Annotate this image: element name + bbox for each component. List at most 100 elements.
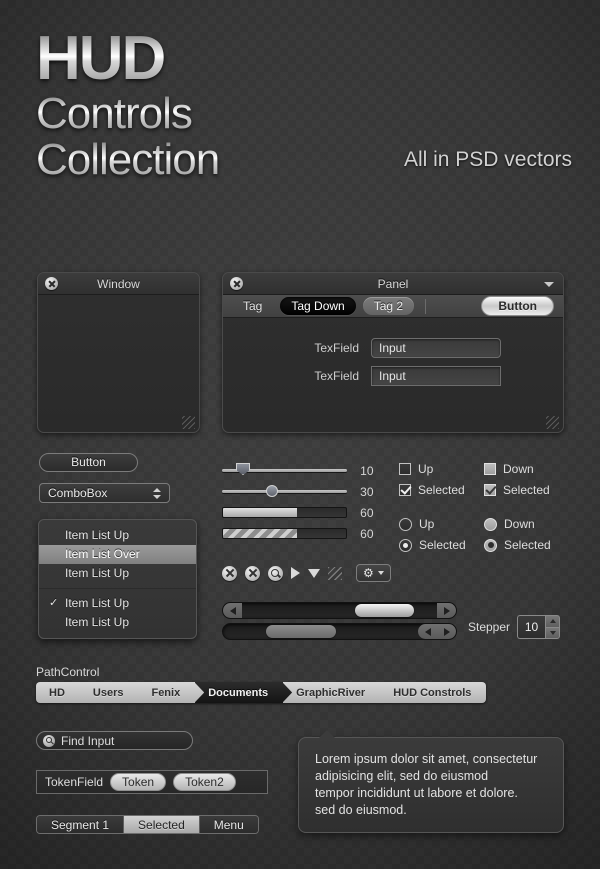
list-item-label: Item List Up [65,596,130,610]
slider-track-2[interactable] [222,485,348,497]
radio-down[interactable]: Down [484,517,569,531]
segment-selected[interactable]: Selected [124,816,200,833]
close-icon[interactable] [230,277,243,290]
close-icon[interactable] [45,277,58,290]
checkbox-icon[interactable] [484,463,496,475]
progress-fill-striped [223,529,297,538]
resize-grip-icon[interactable] [182,416,195,429]
scroll-left-button[interactable] [418,624,437,639]
breadcrumb-item-hd[interactable]: HD [36,682,80,703]
stepper-value[interactable]: 10 [517,615,546,639]
list-item[interactable]: Item List Up [39,613,196,632]
scroll-thumb[interactable] [265,625,337,638]
list-item-label: Item List Up [65,615,130,629]
breadcrumb-item-documents[interactable]: Documents [195,682,284,703]
checkbox-icon[interactable] [399,463,411,475]
checkbox-icon-checked[interactable] [399,484,411,496]
checkbox-radio-group: Up Down Selected Selected Up Down Select… [399,462,569,559]
checkbox-down[interactable]: Down [484,462,569,476]
radio-icon[interactable] [484,517,497,531]
radio-row: Selected Selected [399,538,569,552]
radio-icon-selected[interactable] [484,538,497,552]
close-circle-icon[interactable] [222,565,237,581]
checkmark-icon: ✓ [49,597,59,609]
token-chip[interactable]: Token2 [173,773,236,791]
scroll-thumb[interactable] [355,604,414,617]
scroll-track[interactable] [223,624,418,639]
form-row: TexField Input [223,338,563,358]
panel-dialog: Panel Tag Tag Down Tag 2 Button TexField… [222,272,564,433]
window-titlebar[interactable]: Window [38,273,199,295]
play-triangle-icon[interactable] [291,567,300,579]
tab-tag[interactable]: Tag [232,297,273,315]
tab-tag-2[interactable]: Tag 2 [362,297,415,315]
slider-handle-pentagon[interactable] [236,463,250,475]
radio-icon[interactable] [399,517,412,531]
gear-menu-button[interactable]: ⚙ [356,564,391,582]
scrollbar-split-arrows[interactable] [222,602,457,619]
search-input[interactable]: Find Input [36,731,193,750]
list-item-checked[interactable]: ✓ Item List Up [39,594,196,613]
search-circle-icon[interactable] [268,565,283,581]
list-item[interactable]: Item List Up [39,564,196,583]
radio-label: Up [419,517,435,531]
slider-handle-round[interactable] [266,485,278,497]
token-field[interactable]: TokenField Token Token2 [36,770,268,794]
gear-icon: ⚙ [363,566,374,580]
checkbox-selected[interactable]: Selected [399,483,484,497]
radio-up[interactable]: Up [399,517,484,531]
radio-selected[interactable]: Selected [399,538,484,552]
scroll-track[interactable] [242,603,437,618]
checkbox-up[interactable]: Up [399,462,484,476]
close-circle-icon[interactable] [245,565,260,581]
breadcrumb-item-hud-constrols[interactable]: HUD Constrols [380,682,487,703]
pathcontrol-label: PathControl [36,665,100,679]
scroll-right-button[interactable] [437,603,456,618]
updown-chevron-icon[interactable] [153,488,161,499]
list-item-label: Item List Up [65,566,130,580]
arrow-down-icon[interactable] [545,626,561,639]
panel-titlebar[interactable]: Panel [223,273,563,295]
list-item-label: Item List Over [65,547,140,561]
combobox[interactable]: ComboBox [39,483,170,503]
plain-button[interactable]: Button [39,453,138,472]
checkbox-row: Up Down [399,462,569,476]
grip-lines-icon[interactable] [328,566,342,580]
chevron-down-icon[interactable] [544,282,554,287]
list-item-hover[interactable]: Item List Over [39,545,196,564]
stepper-label: Stepper [468,620,511,634]
search-icon [43,734,55,747]
segment-1[interactable]: Segment 1 [37,816,125,833]
slider-value-2: 30 [360,484,374,499]
list-item[interactable]: Item List Up [39,526,196,545]
segment-menu[interactable]: Menu [199,816,258,833]
checkbox-icon-checked[interactable] [484,484,496,496]
breadcrumb-item-graphicriver[interactable]: GraphicRiver [283,682,381,703]
scroll-left-button[interactable] [223,603,242,618]
checkbox-selected-filled[interactable]: Selected [484,483,569,497]
texfield-input-1[interactable]: Input [371,338,501,358]
resize-grip-icon[interactable] [546,416,559,429]
radio-icon-selected[interactable] [399,538,412,552]
radio-label: Down [504,517,535,531]
token-field-label: TokenField [45,775,104,789]
checkbox-row: Selected Selected [399,483,569,497]
texfield-input-2[interactable]: Input [371,366,501,386]
progress-fill [223,508,297,517]
token-chip[interactable]: Token [110,773,167,791]
panel-tag-bar: Tag Tag Down Tag 2 Button [223,295,563,318]
scroll-right-button[interactable] [437,624,456,639]
tooltip-line: sed do eiusmod. [315,803,407,817]
tab-tag-down[interactable]: Tag Down [280,297,356,315]
scrollbar-paired-arrows[interactable] [222,623,457,640]
progress-row: 60 [222,523,382,544]
slider-track-1[interactable] [222,463,348,475]
panel-form: TexField Input TexField Input [223,318,563,386]
radio-selected-filled[interactable]: Selected [484,538,569,552]
dropdown-triangle-icon[interactable] [308,568,320,578]
texfield-label-1: TexField [314,341,359,355]
arrow-up-icon[interactable] [545,615,561,627]
list-item-label: Item List Up [65,528,130,542]
panel-button[interactable]: Button [481,296,554,316]
progress-bar-solid [222,507,348,518]
